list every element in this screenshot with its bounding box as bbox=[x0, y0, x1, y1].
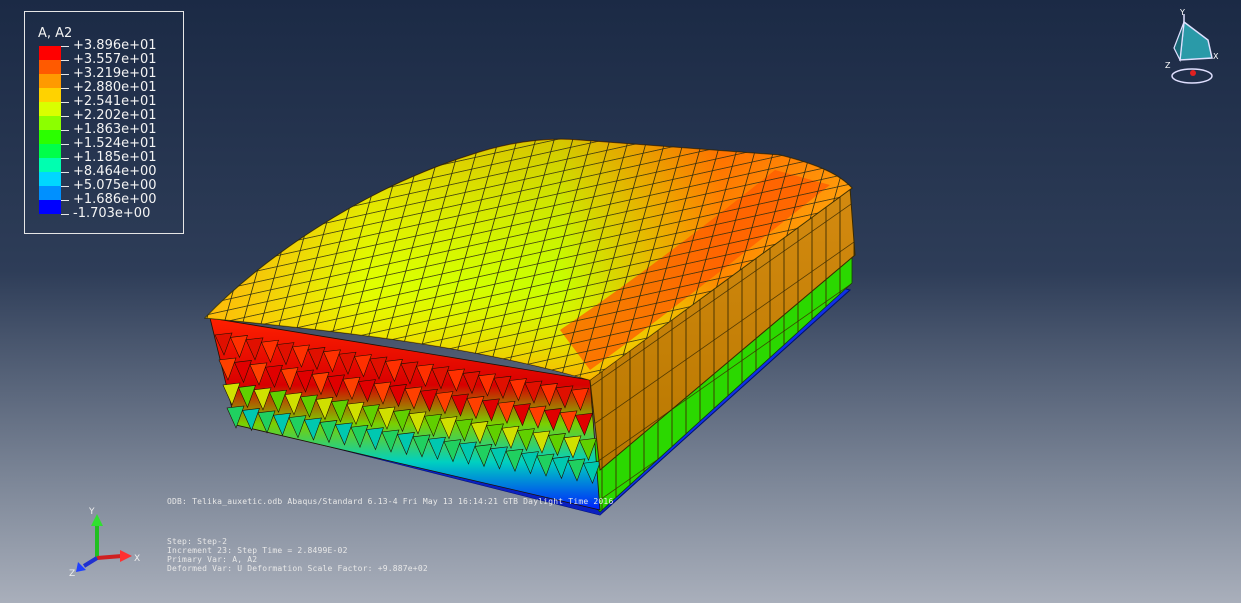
deformed-var-label: Deformed Var: U Deformation Scale Factor… bbox=[167, 564, 428, 573]
view-cube[interactable]: Y Z X bbox=[1165, 8, 1219, 84]
step-label: Step: Step-2 bbox=[167, 537, 228, 546]
odb-info-line: ODB: Telika_auxetic.odb Abaqus/Standard … bbox=[167, 497, 614, 506]
triad-z-label: Z bbox=[69, 569, 75, 579]
primary-var-label: Primary Var: A, A2 bbox=[167, 555, 258, 564]
model-viewport[interactable]: Y X Z Y Z X bbox=[0, 0, 1241, 603]
triad-y-label: Y bbox=[88, 507, 95, 517]
view-cube-z-label: Z bbox=[1165, 61, 1171, 70]
view-cube-y-label: Y bbox=[1179, 8, 1185, 17]
triad-x-label: X bbox=[134, 554, 140, 564]
global-triad: Y X Z bbox=[69, 507, 140, 579]
view-cube-x-label: X bbox=[1213, 52, 1219, 61]
increment-label: Increment 23: Step Time = 2.8499E-02 bbox=[167, 546, 348, 555]
